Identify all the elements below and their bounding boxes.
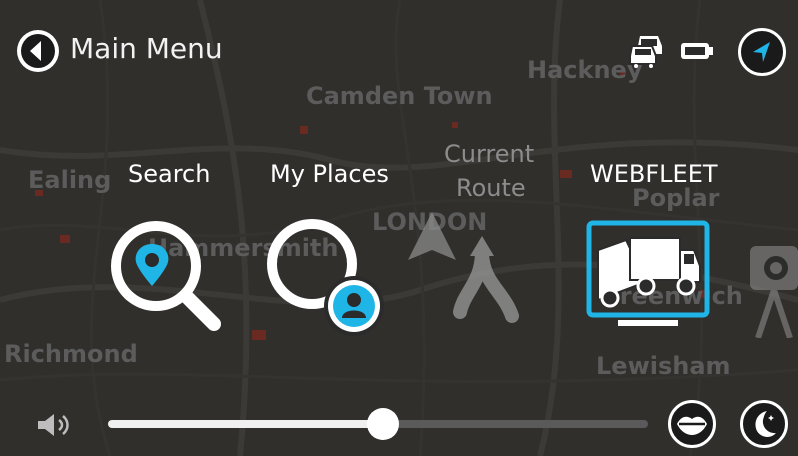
navigation-arrow-icon bbox=[753, 42, 770, 62]
back-button[interactable] bbox=[17, 30, 59, 72]
traffic-cars-icon[interactable] bbox=[628, 34, 668, 68]
menu-item-current-route-label-1: Current bbox=[444, 140, 535, 168]
volume-slider-fill bbox=[108, 420, 384, 428]
map-label-richmond: Richmond bbox=[4, 340, 138, 368]
map-label-ealing: Ealing bbox=[28, 166, 112, 194]
my-places-icon[interactable] bbox=[262, 216, 392, 336]
speaker-icon[interactable] bbox=[36, 412, 72, 438]
menu-item-search-label: Search bbox=[128, 160, 211, 188]
map-label-poplar: Poplar bbox=[632, 184, 720, 212]
battery-icon bbox=[681, 43, 713, 59]
search-icon[interactable] bbox=[106, 216, 226, 336]
current-route-icon bbox=[408, 212, 519, 323]
menu-item-my-places-label: My Places bbox=[270, 160, 389, 188]
page-title: Main Menu bbox=[70, 32, 223, 65]
night-mode-button[interactable] bbox=[740, 400, 788, 448]
map-label-camden: Camden Town bbox=[306, 82, 493, 110]
webfleet-truck-icon[interactable] bbox=[586, 220, 710, 330]
back-arrow-icon bbox=[21, 34, 55, 68]
current-location-button[interactable] bbox=[738, 28, 786, 76]
volume-slider[interactable] bbox=[108, 408, 648, 440]
moon-icon bbox=[755, 411, 776, 437]
main-menu-screen: Hackney Camden Town Ealing Poplar LONDON… bbox=[0, 0, 798, 456]
voice-button[interactable] bbox=[668, 400, 716, 448]
lips-icon bbox=[677, 416, 707, 435]
menu-item-current-route-label-2: Route bbox=[456, 174, 526, 202]
speed-camera-icon[interactable] bbox=[744, 238, 798, 338]
map-label-hackney: Hackney bbox=[527, 56, 643, 84]
map-label-lewisham: Lewisham bbox=[596, 352, 731, 380]
menu-item-webfleet-label: WEBFLEET bbox=[590, 160, 718, 188]
